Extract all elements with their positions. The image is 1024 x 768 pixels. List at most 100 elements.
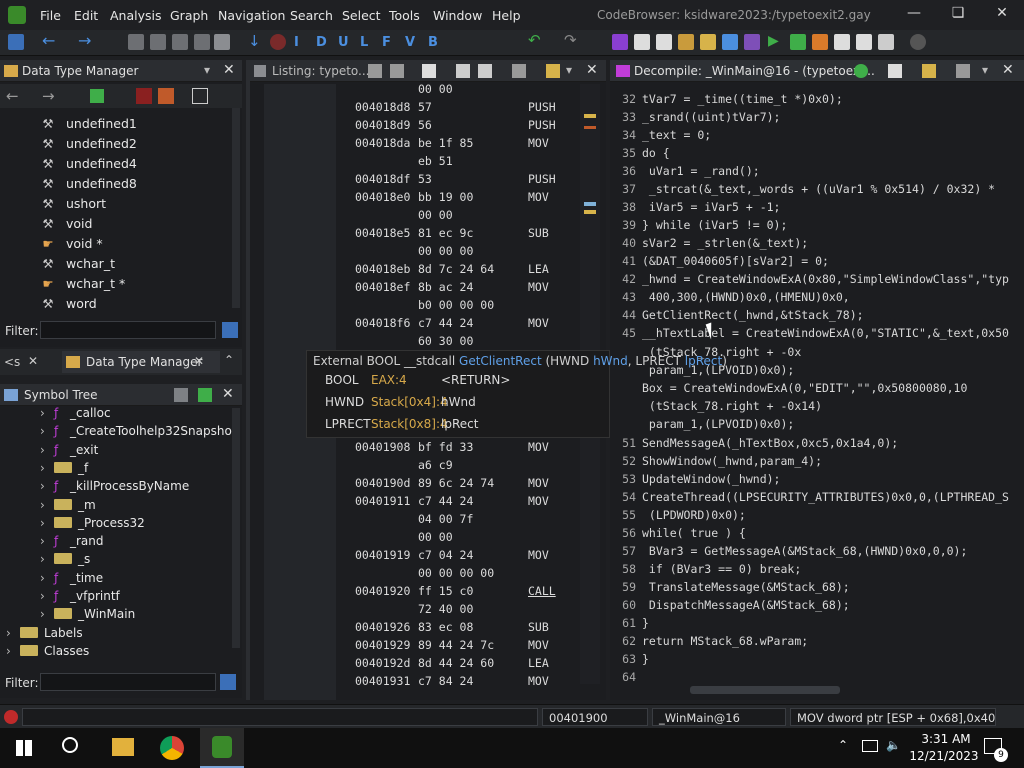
clock-time[interactable]: 3:31 AM: [914, 732, 978, 746]
toolbar-icon[interactable]: [834, 34, 850, 50]
symbol-tree-item[interactable]: › _m: [40, 498, 96, 516]
data-type-item[interactable]: ☛ void *: [40, 236, 102, 256]
chrome-icon[interactable]: [160, 736, 184, 760]
run-icon[interactable]: ▶: [768, 33, 784, 49]
decompile-line[interactable]: 32 tVar7 = _time((time_t *)0x0);: [612, 92, 843, 110]
decompile-edit-icon[interactable]: [922, 64, 936, 78]
listing-edit-icon[interactable]: [546, 64, 560, 78]
data-type-item[interactable]: ⚒ void: [40, 216, 92, 236]
symbol-tree-item[interactable]: › ƒ _time: [40, 571, 103, 589]
decompile-close-icon[interactable]: ✕: [1002, 62, 1014, 78]
menu-tools[interactable]: Tools: [389, 8, 420, 23]
expand-caret-icon[interactable]: ›: [6, 626, 20, 640]
nav-forward-icon[interactable]: →: [42, 87, 55, 105]
decompile-line[interactable]: 56 while( true ) {: [612, 526, 746, 544]
symbol-tree-item[interactable]: › _f: [40, 461, 88, 479]
decompile-hscrollbar[interactable]: [690, 686, 840, 694]
menu-window[interactable]: Window: [433, 8, 482, 23]
expand-caret-icon[interactable]: ›: [40, 461, 54, 475]
data-type-item[interactable]: ⚒ wchar_t: [40, 256, 115, 276]
forward-arrow-icon[interactable]: →: [78, 31, 94, 50]
expand-caret-icon[interactable]: ›: [40, 498, 54, 512]
data-type-item[interactable]: ☛ wchar_t *: [40, 276, 125, 296]
decompile-line[interactable]: 40 sVar2 = _strlen(&_text);: [612, 236, 808, 254]
symbol-tree-item[interactable]: › Labels: [6, 626, 83, 644]
undo-icon[interactable]: ↶: [528, 31, 544, 49]
expand-caret-icon[interactable]: ›: [40, 443, 54, 457]
symbol-tree-close-icon[interactable]: ✕: [222, 386, 234, 402]
tab-truncated-close-icon[interactable]: ✕: [28, 354, 38, 368]
dtm-menu-icon[interactable]: ▾: [204, 63, 210, 77]
symbol-tree-item[interactable]: › ƒ _killProcessByName: [40, 479, 189, 497]
data-type-item[interactable]: ⚒ undefined8: [40, 176, 136, 196]
decompile-refresh-icon[interactable]: [854, 64, 868, 78]
decompile-line[interactable]: 41 (&DAT_0040605f)[sVar2] = 0;: [612, 254, 829, 272]
decompile-line[interactable]: 64: [612, 670, 642, 688]
symbol-tree-scrollbar[interactable]: [232, 408, 240, 648]
toolbar-icon[interactable]: [812, 34, 828, 50]
decompile-line[interactable]: 52 ShowWindow(_hwnd,param_4);: [612, 454, 822, 472]
toolbar-icon[interactable]: [790, 34, 806, 50]
refresh-icon[interactable]: [722, 34, 738, 50]
toolbar-icon[interactable]: [856, 34, 872, 50]
expand-caret-icon[interactable]: ›: [40, 607, 54, 621]
expand-caret-icon[interactable]: ›: [40, 552, 54, 566]
toolbar-doc-icon[interactable]: [128, 34, 144, 50]
dtm-scrollbar[interactable]: [232, 108, 240, 308]
listing-copy-icon[interactable]: [368, 64, 382, 78]
toolbar-letter-f-button[interactable]: F: [382, 35, 391, 50]
listing-layout-icon[interactable]: [456, 64, 470, 78]
network-icon[interactable]: [862, 740, 878, 752]
save-icon[interactable]: [8, 34, 24, 50]
toolbar-doc-icon[interactable]: [172, 34, 188, 50]
listing-snapshot-icon[interactable]: [512, 64, 526, 78]
filter-red-icon[interactable]: [136, 88, 152, 104]
toolbar-icon[interactable]: [744, 34, 760, 50]
decompile-menu-icon[interactable]: ▾: [982, 63, 988, 77]
symbol-tree-action2-icon[interactable]: [198, 388, 212, 402]
symbol-filter-input[interactable]: [40, 673, 216, 691]
dtm-filter-options-icon[interactable]: [222, 322, 238, 338]
expand-caret-icon[interactable]: ›: [6, 644, 20, 658]
redo-icon[interactable]: ↷: [564, 31, 580, 49]
data-type-item[interactable]: ⚒ undefined4: [40, 156, 136, 176]
symbol-tree-action-icon[interactable]: [174, 388, 188, 402]
close-window-button[interactable]: ✕: [982, 5, 1022, 25]
toolbar-letter-d-button[interactable]: D: [316, 35, 327, 50]
symbol-tree-item[interactable]: › ƒ _calloc: [40, 406, 111, 424]
listing-close-icon[interactable]: ✕: [586, 62, 598, 78]
toolbar-icon[interactable]: [678, 34, 694, 50]
decompile-line[interactable]: (tStack_78.right + -0x14): [612, 399, 822, 417]
menu-navigation[interactable]: Navigation: [218, 8, 285, 23]
brush-icon[interactable]: [612, 34, 628, 50]
expand-caret-icon[interactable]: ›: [40, 516, 54, 530]
menu-graph[interactable]: Graph: [170, 8, 208, 23]
clock-date[interactable]: 12/21/2023: [908, 749, 980, 763]
decompile-line[interactable]: 63}: [612, 652, 649, 670]
toolbar-icon[interactable]: [656, 34, 672, 50]
decompile-line[interactable]: 53 UpdateWindow(_hwnd);: [612, 472, 780, 490]
listing-paste-icon[interactable]: [390, 64, 404, 78]
archive-icon[interactable]: [90, 89, 104, 103]
expand-caret-icon[interactable]: ›: [40, 589, 54, 603]
tab-data-type-manager[interactable]: Data Type Manager ✕: [62, 351, 220, 373]
toolbar-icon[interactable]: [910, 34, 926, 50]
collapse-icon[interactable]: [192, 88, 208, 104]
filter-orange-icon[interactable]: [158, 88, 174, 104]
decompile-line[interactable]: 35 do {: [612, 146, 670, 164]
decompile-line[interactable]: param_1,(LPVOID)0x0);: [612, 417, 794, 435]
restore-button[interactable]: ❏: [938, 5, 978, 25]
menu-file[interactable]: File: [40, 8, 61, 23]
symbol-tree-item[interactable]: › _WinMain: [40, 607, 135, 625]
minimize-button[interactable]: —: [894, 5, 934, 25]
ghidra-taskbar-icon[interactable]: [200, 728, 244, 768]
windows-start-icon[interactable]: [16, 740, 32, 756]
decompile-line[interactable]: 38 iVar5 = iVar5 + -1;: [612, 200, 780, 218]
expand-caret-icon[interactable]: ›: [40, 571, 54, 585]
menu-help[interactable]: Help: [492, 8, 521, 23]
nav-back-icon[interactable]: ←: [6, 87, 19, 105]
volume-icon[interactable]: 🔈: [886, 738, 901, 752]
toolbar-doc-icon[interactable]: [214, 34, 230, 50]
data-type-item[interactable]: ⚒ ushort: [40, 196, 106, 216]
decompile-copy-icon[interactable]: [888, 64, 902, 78]
